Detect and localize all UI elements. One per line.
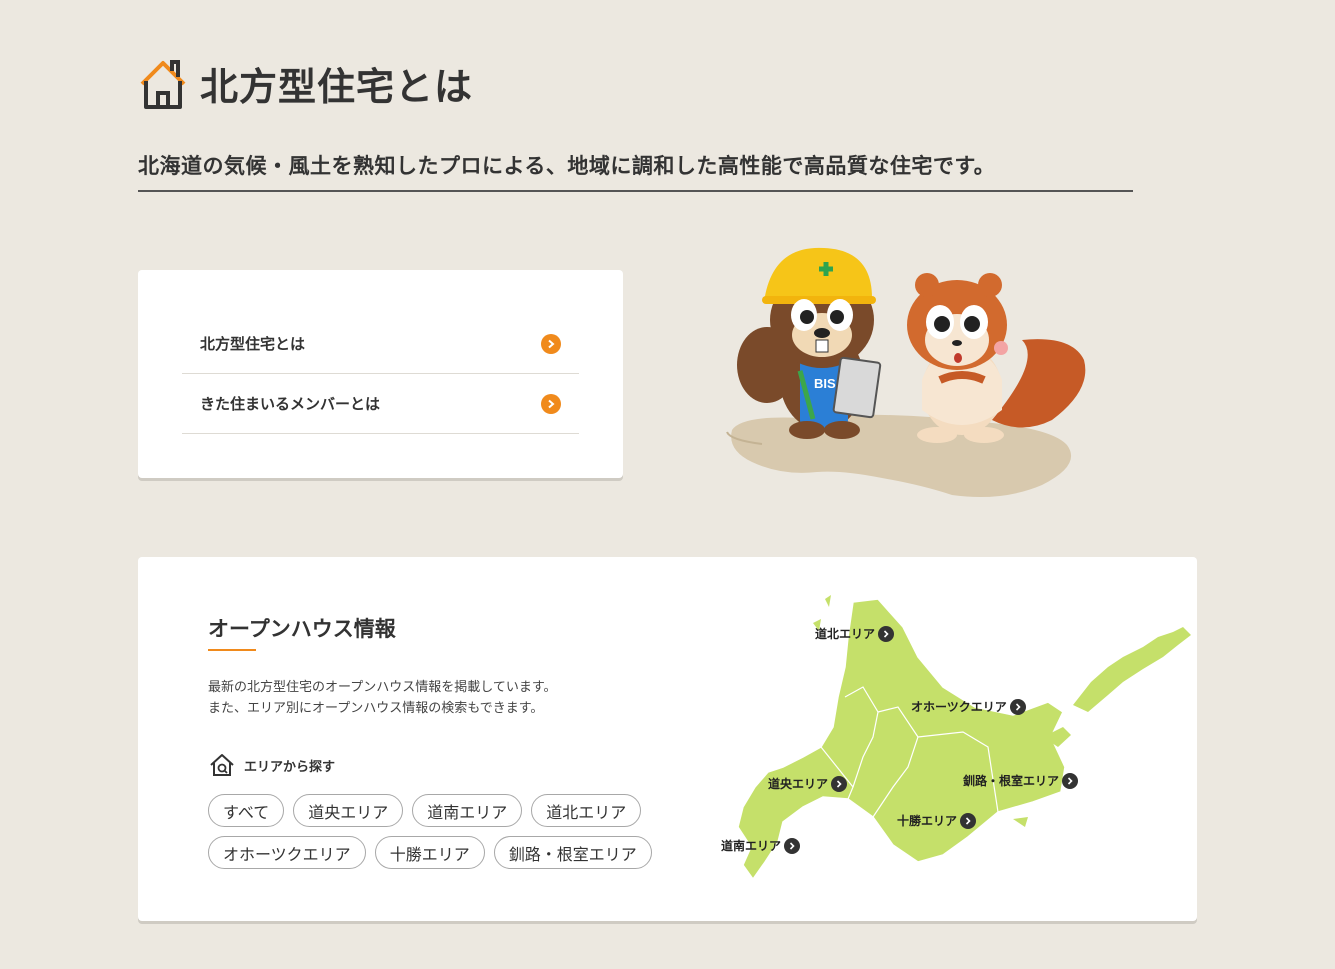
about-menu-card: 北方型住宅とは きた住まいるメンバーとは	[138, 270, 623, 478]
area-search-heading: エリアから探す	[208, 752, 335, 778]
page-header: 北方型住宅とは	[138, 56, 473, 111]
page-subtitle: 北海道の気候・風土を熟知したプロによる、地域に調和した高性能で高品質な住宅です。	[138, 150, 1133, 192]
about-menu-list: 北方型住宅とは きた住まいるメンバーとは	[182, 314, 579, 434]
map-label-text: 道北エリア	[815, 627, 876, 641]
area-tag-doo[interactable]: 道央エリア	[293, 794, 404, 827]
area-tag-okhotsk[interactable]: オホーツクエリア	[208, 836, 366, 869]
mascot-illustration: BIS	[726, 247, 1086, 498]
map-label-text: 釧路・根室エリア	[963, 774, 1060, 788]
page-title: 北方型住宅とは	[200, 65, 474, 109]
menu-item-label: きた住まいるメンバーとは	[200, 395, 381, 413]
area-search-label: エリアから探す	[244, 759, 336, 775]
map-link-okhotsk[interactable]: オホーツクエリア	[911, 698, 1026, 715]
area-tag-dohoku[interactable]: 道北エリア	[531, 794, 642, 827]
area-tag-donan[interactable]: 道南エリア	[412, 794, 523, 827]
chevron-right-icon	[831, 775, 848, 792]
map-link-donan[interactable]: 道南エリア	[721, 837, 801, 854]
hokkaido-map: 道北エリア オホーツクエリア 道央エリア 釧路・根室エリア 十勝エリア 道南エリ…	[713, 587, 1193, 887]
map-label-text: 道央エリア	[768, 777, 829, 791]
house-search-icon	[210, 754, 234, 776]
chevron-right-icon	[960, 812, 977, 829]
mascot-badge-text: BIS	[814, 376, 836, 391]
map-label-text: 道南エリア	[721, 839, 782, 853]
description-line: 最新の北方型住宅のオープンハウス情報を掲載しています。	[208, 680, 557, 695]
chevron-right-icon	[1009, 698, 1026, 715]
chevron-right-icon	[1062, 772, 1079, 789]
title-underline	[208, 649, 256, 651]
openhouse-title: オープンハウス情報	[208, 617, 396, 641]
menu-item-label: 北方型住宅とは	[200, 335, 306, 353]
area-tag-kushiro[interactable]: 釧路・根室エリア	[493, 836, 652, 869]
map-label-text: 十勝エリア	[897, 814, 958, 828]
map-link-kushiro[interactable]: 釧路・根室エリア	[963, 772, 1079, 789]
chevron-right-icon	[784, 837, 801, 854]
description-line: また、エリア別にオープンハウス情報の検索もできます。	[208, 701, 544, 716]
area-tag-tokachi[interactable]: 十勝エリア	[374, 836, 485, 869]
openhouse-card: オープンハウス情報 最新の北方型住宅のオープンハウス情報を掲載しています。 また…	[138, 557, 1197, 921]
map-label-text: オホーツクエリア	[911, 700, 1007, 714]
menu-item-members[interactable]: きた住まいるメンバーとは	[182, 374, 579, 434]
menu-item-hoppogata[interactable]: 北方型住宅とは	[182, 314, 579, 374]
house-icon	[140, 59, 186, 109]
chevron-right-icon	[541, 393, 561, 414]
map-link-tokachi[interactable]: 十勝エリア	[897, 812, 977, 829]
chevron-right-icon	[541, 333, 561, 354]
area-tag-list: すべて 道央エリア 道南エリア 道北エリア オホーツクエリア 十勝エリア 釧路・…	[208, 794, 708, 878]
chevron-right-icon	[878, 625, 895, 642]
area-tag-all[interactable]: すべて	[208, 794, 285, 827]
openhouse-description: 最新の北方型住宅のオープンハウス情報を掲載しています。 また、エリア別にオープン…	[208, 677, 557, 719]
map-link-dohoku[interactable]: 道北エリア	[815, 625, 895, 642]
map-link-doo[interactable]: 道央エリア	[768, 775, 848, 792]
